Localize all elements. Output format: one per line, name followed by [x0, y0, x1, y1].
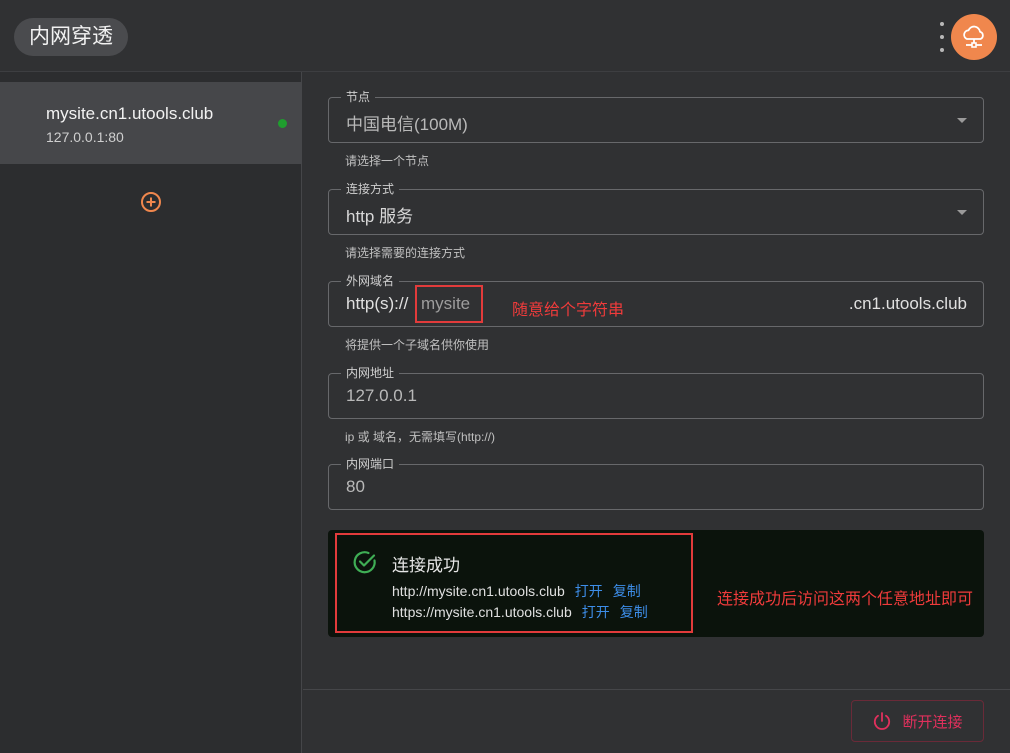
- plus-circle-icon: [141, 192, 161, 212]
- host-helper: ip 或 域名，无需填写(http://): [345, 430, 496, 444]
- domain-field: 外网域名 http(s):// 随意给个字符串 .cn1.utools.club: [328, 273, 984, 327]
- tunnel-domain: mysite.cn1.utools.club: [46, 104, 214, 123]
- sidebar-item-tunnel[interactable]: mysite.cn1.utools.club 127.0.0.1:80: [0, 82, 302, 164]
- chevron-down-icon: [957, 118, 967, 123]
- open-link-https[interactable]: 打开: [582, 604, 610, 620]
- http-url: http://mysite.cn1.utools.club: [392, 583, 565, 599]
- open-link-http[interactable]: 打开: [575, 583, 603, 599]
- subdomain-input[interactable]: [415, 285, 483, 323]
- power-icon: [874, 712, 891, 730]
- subdomain-annotation: 随意给个字符串: [512, 302, 625, 319]
- domain-prefix: http(s)://: [346, 294, 409, 313]
- domain-label: 外网域名: [341, 273, 400, 289]
- copy-link-http[interactable]: 复制: [613, 583, 641, 599]
- tunnel-local-address: 127.0.0.1:80: [46, 129, 124, 145]
- status-panel: 连接成功 http://mysite.cn1.utools.club 打开 复制 h…: [328, 530, 984, 637]
- mode-value: http 服务: [346, 207, 414, 226]
- app-title: 内网穿透: [14, 18, 128, 56]
- node-select[interactable]: 节点 中国电信(100M): [328, 89, 984, 143]
- top-bar: 内网穿透: [0, 0, 1010, 72]
- more-menu-icon[interactable]: [937, 22, 947, 52]
- footer: 断开连接: [303, 689, 1010, 753]
- host-value: 127.0.0.1: [346, 386, 417, 405]
- disconnect-button[interactable]: 断开连接: [851, 700, 984, 742]
- node-label: 节点: [341, 89, 376, 105]
- https-url: https://mysite.cn1.utools.club: [392, 604, 572, 620]
- node-helper: 请选择一个节点: [345, 154, 430, 168]
- domain-suffix: .cn1.utools.club: [848, 294, 967, 313]
- add-tunnel-button[interactable]: [140, 191, 162, 213]
- host-field[interactable]: 内网地址 127.0.0.1: [328, 365, 984, 419]
- mode-select[interactable]: 连接方式 http 服务: [328, 181, 984, 235]
- disconnect-label: 断开连接: [902, 713, 963, 731]
- cloud-network-icon: [963, 25, 984, 48]
- domain-helper: 将提供一个子域名供你使用: [345, 338, 490, 352]
- chevron-down-icon: [957, 210, 967, 215]
- port-value: 80: [346, 477, 365, 496]
- sidebar: mysite.cn1.utools.club 127.0.0.1:80: [0, 72, 302, 753]
- success-highlight: 连接成功 http://mysite.cn1.utools.club 打开 复制 h…: [335, 533, 693, 633]
- node-value: 中国电信(100M): [346, 115, 468, 134]
- avatar[interactable]: [951, 14, 997, 60]
- port-label: 内网端口: [341, 456, 400, 472]
- status-title: 连接成功: [392, 556, 460, 575]
- status-dot: [278, 119, 287, 128]
- check-circle-icon: [353, 551, 376, 574]
- host-label: 内网地址: [341, 365, 400, 381]
- copy-link-https[interactable]: 复制: [620, 604, 648, 620]
- mode-label: 连接方式: [341, 181, 400, 197]
- status-annotation: 连接成功后访问这两个任意地址即可: [717, 591, 974, 608]
- url-line-http: http://mysite.cn1.utools.club 打开 复制: [392, 581, 641, 601]
- url-line-https: https://mysite.cn1.utools.club 打开 复制: [392, 602, 648, 622]
- main-panel: 节点 中国电信(100M) 请选择一个节点 连接方式 http 服务 请选择需要…: [303, 72, 1010, 753]
- mode-helper: 请选择需要的连接方式: [345, 246, 466, 260]
- port-field[interactable]: 内网端口 80: [328, 456, 984, 510]
